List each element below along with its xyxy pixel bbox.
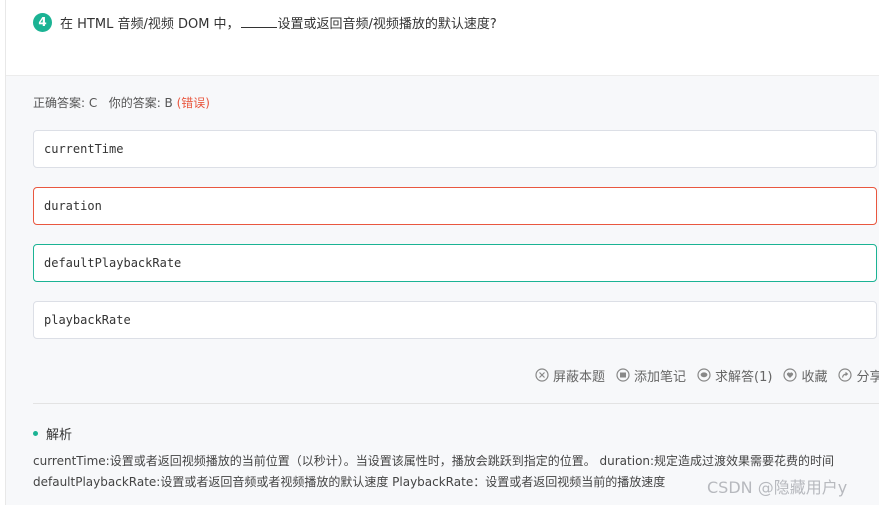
option-c-correct[interactable]: defaultPlaybackRate (33, 244, 877, 282)
section-divider (33, 403, 879, 404)
ask-answer-label: 求解答(1) (715, 369, 773, 385)
option-d[interactable]: playbackRate (33, 301, 877, 339)
question-actions: 屏蔽本题 添加笔记 求解答(1) 收藏 分享 (535, 366, 879, 385)
favorite-label: 收藏 (801, 369, 828, 385)
analysis-line-1: currentTime:设置或者返回视频播放的当前位置（以秒计）。当设置该属性时… (33, 454, 835, 468)
block-icon (535, 368, 549, 382)
share-button[interactable]: 分享 (838, 366, 879, 385)
question-text-before: 在 HTML 音频/视频 DOM 中， (60, 16, 240, 32)
ask-answer-button[interactable]: 求解答(1) (697, 366, 772, 385)
bullet-dot-icon (33, 431, 38, 436)
option-b-selected-wrong[interactable]: duration (33, 187, 877, 225)
block-question-label: 屏蔽本题 (553, 369, 606, 385)
option-d-text: playbackRate (44, 313, 131, 327)
question-number-badge: 4 (33, 12, 52, 32)
your-answer-label: 你的答案: B (108, 96, 173, 110)
note-icon (616, 368, 630, 382)
answer-status: (错误) (176, 96, 210, 110)
add-note-label: 添加笔记 (634, 369, 687, 385)
question-text-after: 设置或返回音频/视频播放的默认速度? (277, 16, 497, 32)
question-header: 4 在 HTML 音频/视频 DOM 中， 设置或返回音频/视频播放的默认速度? (33, 10, 497, 34)
analysis-title: 解析 (46, 428, 73, 443)
csdn-watermark: CSDN @隐藏用户y (707, 478, 848, 497)
share-icon (838, 368, 853, 382)
add-note-button[interactable]: 添加笔记 (616, 366, 686, 385)
option-a[interactable]: currentTime (33, 130, 877, 168)
answer-summary: 正确答案: C 你的答案: B (错误) (33, 94, 210, 111)
analysis-heading: 解析 (33, 424, 72, 443)
option-b-text: duration (44, 199, 102, 213)
comment-icon (697, 368, 711, 382)
option-c-text: defaultPlaybackRate (44, 256, 182, 270)
question-text: 在 HTML 音频/视频 DOM 中， 设置或返回音频/视频播放的默认速度? (60, 13, 497, 32)
heart-icon (783, 368, 798, 382)
block-question-button[interactable]: 屏蔽本题 (535, 366, 605, 385)
share-label: 分享 (856, 369, 879, 385)
correct-answer-label: 正确答案: C (33, 96, 98, 110)
question-blank (240, 16, 277, 28)
option-a-text: currentTime (44, 142, 124, 156)
favorite-button[interactable]: 收藏 (783, 366, 827, 385)
